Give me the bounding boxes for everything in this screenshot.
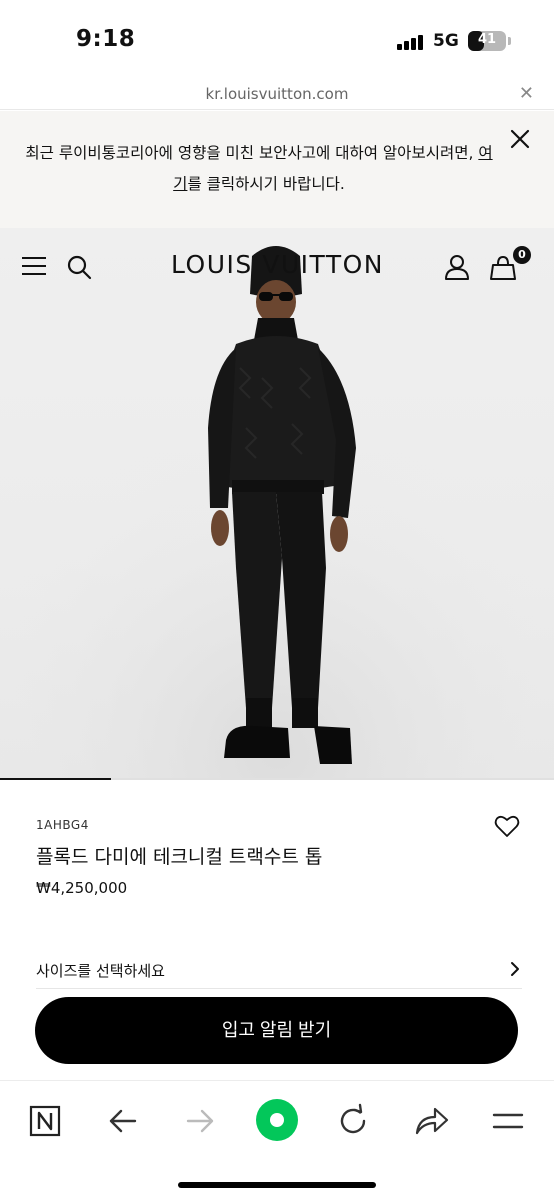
- product-price: ₩4,250,000: [36, 879, 128, 897]
- menu-icon[interactable]: [22, 255, 46, 277]
- share-icon[interactable]: [411, 1101, 451, 1141]
- forward-arrow-icon[interactable]: [180, 1101, 220, 1141]
- product-sku: 1AHBG4: [36, 818, 89, 832]
- heart-icon[interactable]: [494, 814, 520, 838]
- model-image: [0, 228, 554, 780]
- banner-text-after: 를 클릭하시기 바랍니다.: [187, 175, 345, 193]
- network-type: 5G: [433, 31, 459, 51]
- back-arrow-icon[interactable]: [103, 1101, 143, 1141]
- battery-level: 41: [477, 32, 497, 47]
- status-bar: 9:18 5G 41: [0, 0, 554, 80]
- bag-count-badge: 0: [513, 246, 531, 264]
- browser-url-bar[interactable]: kr.louisvuitton.com ✕: [0, 80, 554, 110]
- search-icon[interactable]: [66, 254, 92, 280]
- chevron-right-icon: [511, 962, 519, 976]
- reload-icon[interactable]: [333, 1101, 373, 1141]
- carousel-progress: [0, 778, 554, 780]
- size-selector-label: 사이즈를 선택하세요: [36, 962, 165, 980]
- status-time: 9:18: [76, 26, 136, 52]
- account-icon[interactable]: [444, 254, 470, 280]
- battery-icon: 41: [468, 31, 506, 51]
- notify-restock-button[interactable]: 입고 알림 받기: [35, 997, 518, 1064]
- shopping-bag-icon[interactable]: [490, 254, 516, 280]
- size-selector[interactable]: 사이즈를 선택하세요: [36, 949, 522, 989]
- url-text[interactable]: kr.louisvuitton.com: [0, 85, 554, 103]
- banner-text-before: 최근 루이비통코리아에 영향을 미친 보안사고에 대하여 알아보시려면,: [25, 144, 479, 162]
- battery-nub: [508, 37, 511, 45]
- banner-close-icon[interactable]: [508, 127, 532, 151]
- product-hero-image[interactable]: [0, 228, 554, 780]
- browser-toolbar: [0, 1080, 554, 1200]
- banner-text: 최근 루이비통코리아에 영향을 미친 보안사고에 대하여 알아보시려면, 여기를…: [24, 138, 494, 200]
- menu-icon[interactable]: [488, 1101, 528, 1141]
- security-notice-banner: 최근 루이비통코리아에 영향을 미친 보안사고에 대하여 알아보시려면, 여기를…: [0, 111, 554, 228]
- product-name: 플록드 다미에 테크니컬 트랙수트 톱: [36, 846, 323, 868]
- brand-logo[interactable]: LOUIS VUITTON: [140, 250, 415, 279]
- carousel-progress-fill: [0, 778, 111, 780]
- naver-home-icon[interactable]: [25, 1101, 65, 1141]
- signal-strength-icon: [397, 34, 425, 50]
- close-icon[interactable]: ✕: [519, 83, 534, 104]
- green-home-button-icon[interactable]: [254, 1097, 300, 1143]
- site-header: LOUIS VUITTON: [0, 228, 554, 304]
- home-indicator: [178, 1182, 376, 1188]
